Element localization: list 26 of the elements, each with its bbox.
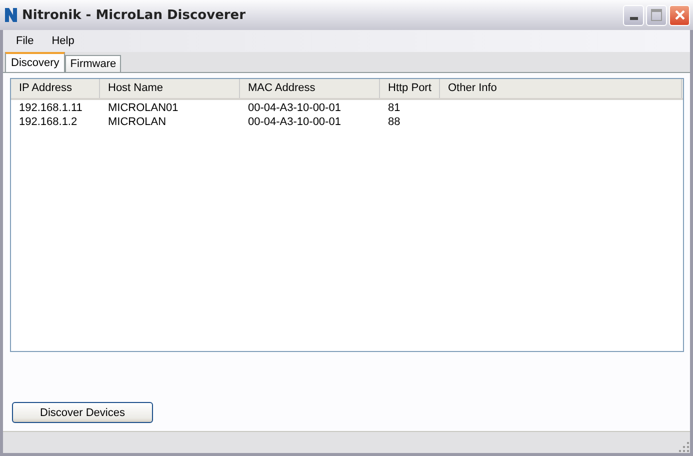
table-cell-text: 192.168.1.2 — [18, 115, 78, 129]
discover-button[interactable]: Discover Devices — [12, 402, 153, 423]
column-header[interactable]: Http Port — [380, 79, 440, 98]
table-cell-text: 00-04-A3-10-00-01 — [247, 115, 342, 129]
column-header[interactable]: MAC Address — [240, 79, 380, 98]
window-title: Nitronik - MicroLan Discoverer — [22, 8, 247, 22]
tab[interactable]: Discovery — [5, 52, 66, 72]
minimize-icon — [630, 16, 638, 20]
table-cell-text: 192.168.1.11 — [18, 101, 84, 115]
resize-grip-icon — [679, 442, 689, 452]
app-logo-icon — [4, 7, 18, 23]
menu-item[interactable]: File — [7, 35, 43, 47]
close-button[interactable] — [669, 4, 690, 26]
minimize-button[interactable] — [623, 4, 644, 26]
close-icon — [674, 9, 686, 21]
table-cell-text: 88 — [387, 115, 402, 129]
column-header[interactable]: IP Address — [11, 79, 100, 98]
tab[interactable]: Firmware — [65, 55, 122, 72]
table-cell-text: MICROLAN — [107, 115, 168, 129]
column-header[interactable]: Other Info — [440, 79, 682, 98]
table-cell-text: 00-04-A3-10-00-01 — [247, 101, 342, 115]
maximize-icon — [651, 8, 662, 20]
table-cell-text: MICROLAN01 — [107, 101, 180, 115]
column-header[interactable]: Host Name — [100, 79, 240, 98]
table-cell-text: 81 — [387, 101, 402, 115]
menu-item[interactable]: Help — [42, 35, 84, 47]
